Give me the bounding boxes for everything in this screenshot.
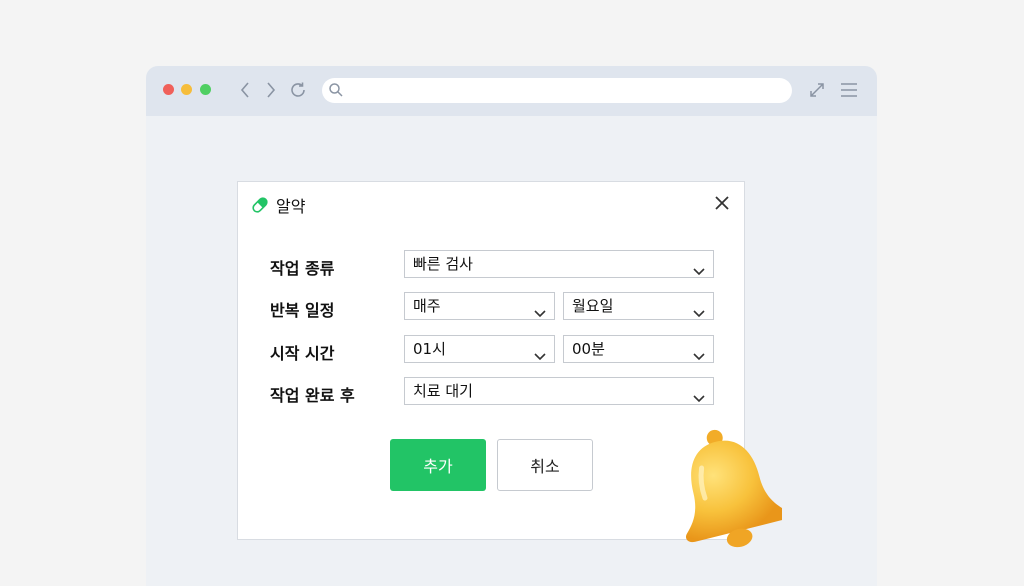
start-hour-select[interactable]: 01시 [404, 335, 555, 363]
chevron-down-icon [693, 344, 705, 370]
back-icon[interactable] [234, 79, 256, 101]
repeat-schedule-label: 반복 일정 [270, 301, 335, 320]
address-bar[interactable] [322, 78, 792, 103]
window-minimize-dot[interactable] [181, 84, 192, 95]
search-icon [328, 82, 344, 102]
window-maximize-dot[interactable] [200, 84, 211, 95]
task-type-label: 작업 종류 [270, 259, 335, 278]
cancel-button[interactable]: 취소 [497, 439, 593, 491]
task-type-value: 빠른 검사 [413, 255, 473, 273]
pill-icon [250, 195, 270, 219]
after-completion-label: 작업 완료 후 [270, 386, 355, 405]
repeat-day-value: 월요일 [572, 297, 614, 315]
start-hour-value: 01시 [413, 340, 446, 358]
start-minute-select[interactable]: 00분 [563, 335, 714, 363]
browser-toolbar [146, 66, 877, 116]
forward-icon[interactable] [260, 79, 282, 101]
chevron-down-icon [693, 259, 705, 285]
repeat-day-select[interactable]: 월요일 [563, 292, 714, 320]
repeat-frequency-select[interactable]: 매주 [404, 292, 555, 320]
start-time-label: 시작 시간 [270, 344, 335, 363]
chevron-down-icon [534, 344, 546, 370]
task-type-select[interactable]: 빠른 검사 [404, 250, 714, 278]
after-completion-select[interactable]: 치료 대기 [404, 377, 714, 405]
chevron-down-icon [693, 386, 705, 412]
repeat-frequency-value: 매주 [413, 297, 441, 315]
menu-icon[interactable] [838, 79, 860, 101]
window-close-dot[interactable] [163, 84, 174, 95]
start-minute-value: 00분 [572, 340, 605, 358]
reload-icon[interactable] [287, 79, 309, 101]
add-button[interactable]: 추가 [390, 439, 486, 491]
expand-icon[interactable] [806, 79, 828, 101]
chevron-down-icon [693, 301, 705, 327]
dialog-title: 알약 [276, 197, 306, 216]
after-completion-value: 치료 대기 [413, 382, 473, 400]
close-icon[interactable] [713, 194, 731, 216]
bell-icon [660, 428, 788, 560]
chevron-down-icon [534, 301, 546, 327]
